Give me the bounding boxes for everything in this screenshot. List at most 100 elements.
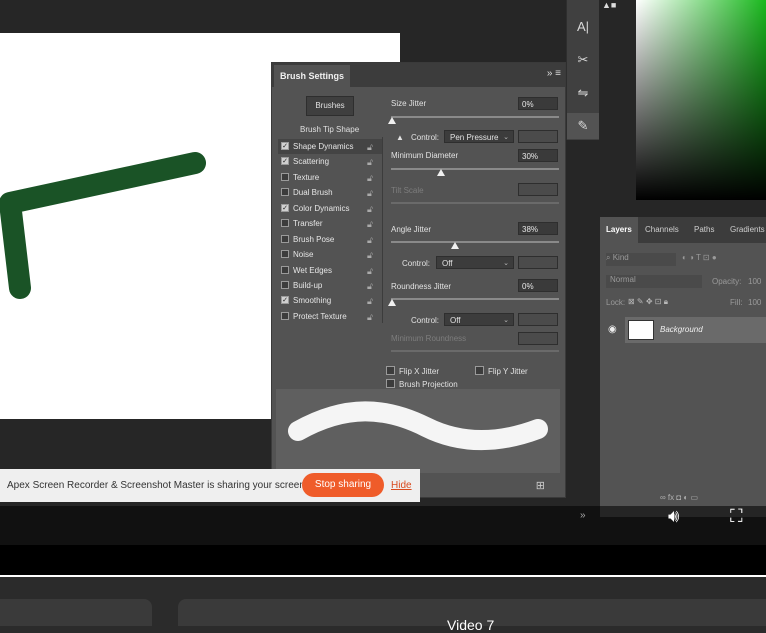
lock-icon[interactable]: 🔓︎	[367, 202, 373, 217]
layers-tabs: Layers Channels Paths Gradients	[600, 217, 766, 243]
control-label: Control:	[402, 259, 431, 268]
volume-icon[interactable]: 🔊︎	[668, 506, 679, 527]
roundness-jitter-value[interactable]: 0%	[518, 279, 558, 292]
lock-icon[interactable]: 🔓︎	[367, 264, 373, 279]
lock-icon[interactable]: 🔓︎	[367, 186, 373, 201]
size-jitter-thumb[interactable]	[388, 117, 396, 124]
size-jitter-slider[interactable]	[391, 116, 559, 118]
select-value: Off	[450, 316, 461, 325]
fill-value[interactable]: 100	[748, 298, 761, 307]
lock-icon[interactable]: 🔓︎	[367, 171, 373, 186]
layer-thumbnail	[628, 320, 654, 340]
panel-header: Brush Settings » ≡	[272, 63, 565, 87]
checkbox[interactable]	[281, 266, 289, 274]
option-scattering[interactable]: ✓ Scattering 🔓︎	[278, 154, 382, 169]
option-noise[interactable]: Noise 🔓︎	[278, 247, 382, 262]
new-brush-icon[interactable]: ⊞	[536, 479, 545, 492]
minimum-diameter-slider[interactable]	[391, 168, 559, 170]
checkbox[interactable]	[475, 366, 484, 375]
brushes-button[interactable]: Brushes	[306, 96, 354, 116]
chevron-right-icon[interactable]: »	[580, 510, 586, 521]
checkbox[interactable]	[281, 281, 289, 289]
roundness-jitter-slider[interactable]	[391, 298, 559, 300]
checkbox[interactable]	[281, 250, 289, 258]
stop-sharing-button[interactable]: Stop sharing	[302, 473, 384, 497]
control-select-pen-pressure[interactable]: Pen Pressure ⌄	[444, 130, 514, 143]
angle-jitter-slider[interactable]	[391, 241, 559, 243]
control-select-roundness[interactable]: Off ⌄	[444, 313, 514, 326]
color-picker-field[interactable]	[636, 0, 766, 200]
flip-y-jitter-checkbox[interactable]: Flip Y Jitter	[475, 366, 528, 376]
sharing-message: Apex Screen Recorder & Screenshot Master…	[7, 480, 308, 491]
option-texture[interactable]: Texture 🔓︎	[278, 170, 382, 185]
chevron-down-icon: ⌄	[503, 260, 509, 267]
lock-icon[interactable]: 🔓︎	[367, 279, 373, 294]
tab-layers[interactable]: Layers	[600, 217, 638, 243]
checkbox[interactable]	[281, 173, 289, 181]
option-protect-texture[interactable]: Protect Texture 🔓︎	[278, 309, 382, 324]
minimum-roundness-value	[518, 332, 558, 345]
blend-mode-select[interactable]: Normal	[606, 275, 702, 288]
content-title: Video 7	[447, 617, 495, 633]
tab-brush-settings[interactable]: Brush Settings	[274, 65, 351, 87]
lock-icon[interactable]: 🔓︎	[367, 140, 373, 155]
properties-icon[interactable]: ⇋	[567, 80, 599, 106]
lock-icon[interactable]: 🔓︎	[367, 155, 373, 170]
brush-projection-checkbox[interactable]: Brush Projection	[386, 379, 458, 389]
option-build-up[interactable]: Build-up 🔓︎	[278, 278, 382, 293]
minimum-diameter-thumb[interactable]	[437, 169, 445, 176]
lock-icon[interactable]: 🔓︎	[367, 294, 373, 309]
control-select-angle[interactable]: Off ⌄	[436, 256, 514, 269]
brush-settings-icon[interactable]: ✎	[567, 113, 599, 139]
checkbox[interactable]	[386, 379, 395, 388]
tab-channels[interactable]: Channels	[645, 217, 679, 243]
option-dual-brush[interactable]: Dual Brush 🔓︎	[278, 185, 382, 200]
hide-link[interactable]: Hide	[391, 480, 412, 491]
option-color-dynamics[interactable]: ✓ Color Dynamics 🔓︎	[278, 201, 382, 216]
lock-icon[interactable]: 🔓︎	[367, 233, 373, 248]
chevron-down-icon: ⌄	[503, 134, 509, 141]
checkbox[interactable]: ✓	[281, 296, 289, 304]
checkbox[interactable]: ✓	[281, 157, 289, 165]
tab-paths[interactable]: Paths	[694, 217, 714, 243]
option-wet-edges[interactable]: Wet Edges 🔓︎	[278, 263, 382, 278]
checkbox[interactable]: ✓	[281, 142, 289, 150]
eye-icon[interactable]: ◉	[608, 324, 617, 335]
option-label: Dual Brush	[293, 188, 333, 197]
document-top-area	[0, 0, 553, 33]
option-smoothing[interactable]: ✓ Smoothing 🔓︎	[278, 293, 382, 308]
warning-icon: ▲	[396, 133, 404, 142]
size-jitter-value[interactable]: 0%	[518, 97, 558, 110]
lock-icon[interactable]: 🔓︎	[367, 310, 373, 325]
angle-jitter-thumb[interactable]	[451, 242, 459, 249]
minimum-diameter-value[interactable]: 30%	[518, 149, 558, 162]
player-controls-bar: » 🔊︎ ⛶	[0, 506, 766, 545]
character-tool-icon[interactable]: A|	[567, 14, 599, 40]
layer-footer-icons[interactable]: ∞ fx ◘ ◐ ▭	[660, 493, 698, 502]
brush-tip-shape-item[interactable]: Brush Tip Shape	[300, 125, 359, 134]
angle-jitter-value[interactable]: 38%	[518, 222, 558, 235]
option-shape-dynamics[interactable]: ✓ Shape Dynamics 🔓︎	[278, 139, 382, 154]
tools-icon[interactable]: ✂	[567, 47, 599, 73]
checkbox[interactable]	[281, 235, 289, 243]
layer-row-background[interactable]: Background	[625, 317, 766, 343]
roundness-jitter-thumb[interactable]	[388, 299, 396, 306]
tab-gradients[interactable]: Gradients	[730, 217, 765, 243]
lock-icon[interactable]: 🔓︎	[367, 248, 373, 263]
checkbox[interactable]	[281, 188, 289, 196]
kind-filter[interactable]: ⌕ Kind	[606, 253, 676, 266]
option-transfer[interactable]: Transfer 🔓︎	[278, 216, 382, 231]
checkbox[interactable]	[386, 366, 395, 375]
fullscreen-icon[interactable]: ⛶	[730, 506, 743, 527]
opacity-value[interactable]: 100	[748, 277, 761, 286]
option-brush-pose[interactable]: Brush Pose 🔓︎	[278, 232, 382, 247]
filter-icons[interactable]: ◐ ◑ T ⊡ ●	[682, 253, 717, 262]
flip-x-jitter-checkbox[interactable]: Flip X Jitter	[386, 366, 439, 376]
checkbox[interactable]	[281, 219, 289, 227]
lock-icons[interactable]: ⊠ ✎ ✥ ⊡ 🔒︎	[628, 297, 668, 307]
panel-menu-icon[interactable]: » ≡	[547, 68, 561, 79]
lock-icon[interactable]: 🔓︎	[367, 217, 373, 232]
checkbox[interactable]	[281, 312, 289, 320]
size-jitter-label: Size Jitter	[391, 99, 427, 108]
checkbox[interactable]: ✓	[281, 204, 289, 212]
